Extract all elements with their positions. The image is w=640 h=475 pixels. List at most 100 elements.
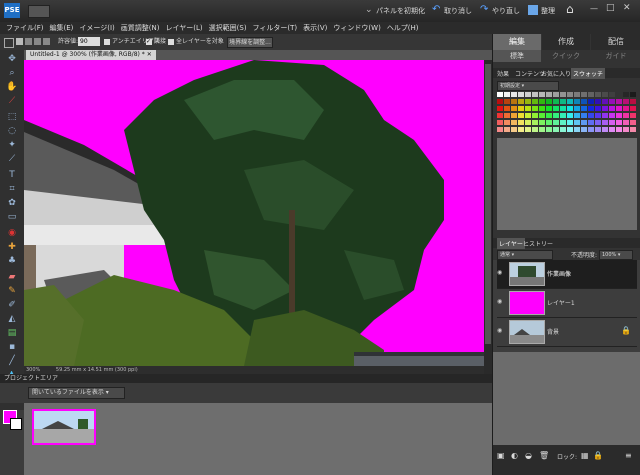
eraser-tool-icon[interactable]: ▰ [5,272,19,282]
color-swatch[interactable] [630,113,636,118]
hand-tool-icon[interactable]: ✋ [5,82,19,92]
spot-healing-tool-icon[interactable]: ✚ [5,242,19,252]
add-selection-icon[interactable] [25,38,32,45]
new-layer-icon[interactable]: ▣ [497,451,505,460]
crop-tool-icon[interactable]: ⌗ [5,184,19,194]
eye-icon[interactable]: ◉ [497,298,505,306]
color-swatch[interactable] [518,92,524,97]
vertical-scroll-thumb[interactable] [485,64,491,344]
background-color-swatch[interactable] [10,418,22,430]
minimize-icon[interactable]: — [590,4,598,13]
color-swatch[interactable] [518,120,524,125]
color-swatch[interactable] [602,106,608,111]
color-swatch[interactable] [623,120,629,125]
color-swatch[interactable] [574,92,580,97]
menu-select[interactable]: 選択範囲(S) [209,22,247,34]
tab-share[interactable]: 配信 [591,34,640,50]
clone-stamp-tool-icon[interactable]: ♣ [5,256,19,266]
color-swatch[interactable] [630,99,636,104]
tab-edit[interactable]: 編集 [493,34,541,50]
color-swatch[interactable] [532,120,538,125]
color-swatch[interactable] [623,127,629,132]
color-swatch[interactable] [616,99,622,104]
refine-edge-button[interactable]: 境界線を調整... [227,37,273,48]
organizer-icon[interactable] [528,5,538,15]
panel-reset-button[interactable]: パネルを初期化 [376,6,425,16]
line-tool-icon[interactable]: ╱ [5,356,19,366]
color-swatch[interactable] [609,127,615,132]
color-swatch[interactable] [630,106,636,111]
color-swatch[interactable] [595,99,601,104]
color-swatch[interactable] [511,120,517,125]
color-swatch[interactable] [539,92,545,97]
tool-preset-icon[interactable] [4,38,14,48]
type-tool-icon[interactable]: T [5,170,19,180]
tab-favorites[interactable]: お気に入り [541,69,571,78]
color-swatch[interactable] [532,99,538,104]
swatch-grid[interactable] [497,92,637,134]
color-swatch[interactable] [497,127,503,132]
color-swatch[interactable] [623,113,629,118]
vertical-scrollbar[interactable] [484,60,492,374]
color-swatch[interactable] [553,106,559,111]
color-swatch[interactable] [574,106,580,111]
antialias-checkbox[interactable] [104,39,110,45]
tab-swatches[interactable]: スウォッチ [571,68,606,79]
color-swatch[interactable] [567,120,573,125]
color-swatch[interactable] [546,92,552,97]
subtract-selection-icon[interactable] [34,38,41,45]
panel-menu-icon[interactable]: ≡ [625,451,632,460]
color-swatch[interactable] [567,106,573,111]
subtab-full[interactable]: 標準 [493,50,541,62]
color-swatch[interactable] [588,127,594,132]
color-swatch[interactable] [616,113,622,118]
color-swatch[interactable] [630,120,636,125]
tab-layers[interactable]: レイヤー [497,238,525,249]
opacity-input[interactable]: 100% ▾ [599,250,633,260]
menu-file[interactable]: ファイル(F) [6,22,44,34]
subtab-quick[interactable]: クイック [542,50,590,62]
color-swatch[interactable] [581,127,587,132]
brush-tool-icon[interactable]: ✎ [5,286,19,296]
color-swatch[interactable] [560,120,566,125]
color-swatch[interactable] [595,106,601,111]
color-swatch[interactable] [588,92,594,97]
color-swatch[interactable] [574,120,580,125]
color-swatch[interactable] [553,92,559,97]
menu-window[interactable]: ウィンドウ(W) [333,22,380,34]
color-swatch[interactable] [497,113,503,118]
menu-layer[interactable]: レイヤー(L) [165,22,202,34]
color-swatch[interactable] [539,127,545,132]
color-swatch[interactable] [553,120,559,125]
swatch-set-select[interactable]: 初期設定 ▾ [497,81,559,91]
color-swatch[interactable] [609,106,615,111]
undo-button[interactable]: 取り消し [444,6,472,16]
color-swatch[interactable] [546,127,552,132]
eyedropper-tool-icon[interactable]: ⟋ [5,96,19,106]
lasso-tool-icon[interactable]: ◌ [5,126,19,136]
color-swatch[interactable] [588,106,594,111]
color-swatch[interactable] [539,113,545,118]
layer-row[interactable]: ◉ 作業画像 [497,260,637,289]
color-swatch[interactable] [560,113,566,118]
mask-icon[interactable]: ◒ [525,451,532,460]
color-swatch[interactable] [595,92,601,97]
subtab-guided[interactable]: ガイド [591,50,640,62]
redo-button[interactable]: やり直し [492,6,520,16]
quick-selection-tool-icon[interactable]: ⟋ [5,154,19,164]
trash-icon[interactable]: 🗑 [539,451,549,460]
color-swatch[interactable] [602,99,608,104]
color-swatch[interactable] [602,120,608,125]
lock-all-icon[interactable]: 🔒 [593,451,603,460]
project-bin-select[interactable]: 開いているファイルを表示 ▾ [28,387,125,399]
color-swatch[interactable] [539,106,545,111]
tolerance-input[interactable]: 90 [78,37,100,46]
tab-create[interactable]: 作成 [542,34,590,50]
color-swatch[interactable] [504,106,510,111]
zoom-tool-icon[interactable]: ⌕ [5,68,19,78]
move-tool-icon[interactable]: ✥ [5,54,19,64]
color-swatch[interactable] [567,92,573,97]
color-swatch[interactable] [504,92,510,97]
color-swatch[interactable] [616,120,622,125]
document-tab[interactable]: Untitled-1 @ 300% (作業画像, RGB/8) * ✕ [26,50,156,60]
